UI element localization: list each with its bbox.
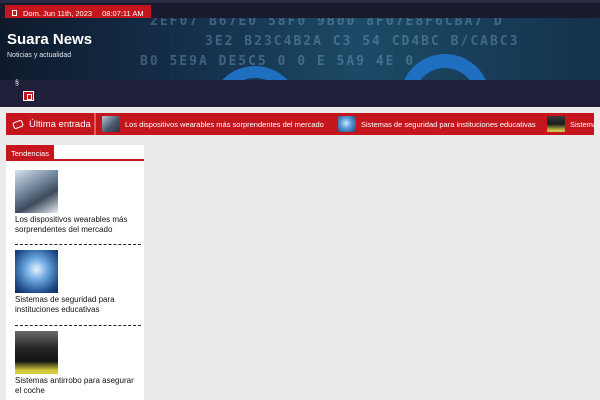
post-title[interactable]: Sistemas de seguridad para instituciones… — [15, 295, 137, 315]
top-bar: Dom. Jun 11th, 2023 08:07:11 AM — [0, 0, 600, 21]
main-navigation: § — [0, 80, 600, 107]
ticker-label: Última entrada — [6, 113, 96, 135]
ticker-thumbnail — [102, 116, 120, 132]
tag-icon — [12, 119, 24, 129]
ticker-item-title: Sistemas antirrobo para asegurar el coch… — [570, 119, 594, 129]
current-date: Dom. Jun 11th, 2023 — [23, 8, 93, 18]
ticker-item[interactable]: Sistemas antirrobo para asegurar el coch… — [547, 115, 594, 133]
current-time: 08:07:11 AM — [102, 8, 144, 18]
ticker-thumbnail — [338, 116, 356, 132]
post-title[interactable]: Sistemas antirrobo para asegurar el coch… — [15, 376, 137, 396]
ticker-item-title: Los dispositivos wearables más sorprende… — [125, 119, 324, 129]
ticker-item[interactable]: Los dispositivos wearables más sorprende… — [102, 115, 324, 133]
search-toggle-button[interactable] — [23, 91, 34, 101]
ticker-label-text: Última entrada — [29, 118, 91, 130]
widget-title: Tendencias — [6, 145, 54, 161]
header-hex-row: 2EF07 B67E0 58F0 9B00 8F07E8F6CBA7 D — [150, 18, 504, 29]
widget-header: Tendencias — [6, 145, 144, 161]
trending-post[interactable]: Sistemas antirrobo para asegurar el coch… — [15, 331, 137, 396]
post-thumbnail[interactable] — [15, 331, 58, 374]
site-header: 2EF07 B67E0 58F0 9B00 8F07E8F6CBA7 D 3E2… — [0, 18, 600, 80]
header-hex-row: B0 5E9A DE5C5 0 0 E 5A9 4E 0 — [140, 54, 416, 69]
ticker-item-title: Sistemas de seguridad para instituciones… — [361, 119, 536, 129]
nav-menu-icon[interactable]: § — [15, 80, 19, 87]
calendar-icon — [12, 10, 17, 16]
ticker-thumbnail — [547, 116, 565, 132]
post-thumbnail[interactable] — [15, 250, 58, 293]
post-title[interactable]: Los dispositivos wearables más sorprende… — [15, 215, 137, 235]
trending-post[interactable]: Sistemas de seguridad para instituciones… — [15, 250, 137, 315]
latest-posts-ticker: Última entrada Los dispositivos wearable… — [6, 113, 594, 135]
post-divider — [15, 325, 141, 326]
site-description: Noticias y actualidad — [7, 52, 72, 59]
trending-widget: Tendencias Los dispositivos wearables má… — [6, 145, 144, 400]
trending-post[interactable]: Los dispositivos wearables más sorprende… — [15, 170, 137, 235]
post-thumbnail[interactable] — [15, 170, 58, 213]
post-divider — [15, 244, 141, 245]
header-hex-row: 3E2 B23C4B2A C3 54 CD4BC B/CABC3 — [205, 34, 520, 49]
site-title[interactable]: Suara News — [7, 31, 92, 48]
ticker-item[interactable]: Sistemas de seguridad para instituciones… — [338, 115, 536, 133]
